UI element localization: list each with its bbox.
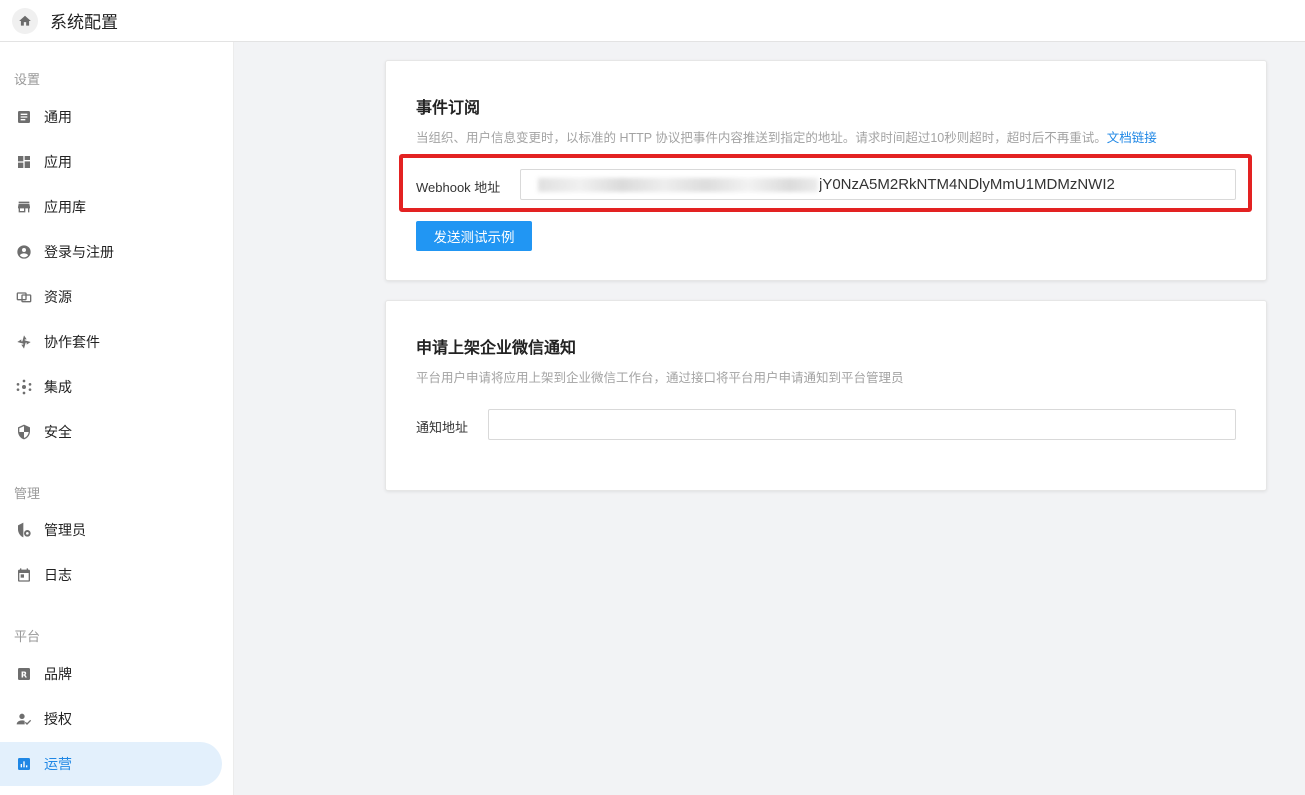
home-button[interactable] [12,7,38,34]
admin-shield-icon [16,522,32,538]
apps-grid-icon [16,154,32,170]
home-icon [19,15,31,26]
sidebar-item-label: 登录与注册 [44,244,114,260]
highlight-box [399,154,1252,212]
sidebar-item-label: 集成 [44,379,72,395]
page-title: 系统配置 [50,13,118,32]
sidebar-item-label: 通用 [44,109,72,125]
sidebar-item-label: 授权 [44,711,72,727]
card-title: 事件订阅 [416,100,481,117]
notify-address-input[interactable] [488,409,1236,440]
sidebar-item-integration[interactable]: 集成 [0,365,222,409]
card-description: 平台用户申请将应用上架到企业微信工作台，通过接口将平台用户申请通知到平台管理员 [416,371,904,385]
sidebar-item-label: 日志 [44,567,72,583]
sidebar-item-label: 管理员 [44,522,86,538]
sidebar-item-resources[interactable]: 资源 [0,275,222,319]
sidebar: 设置 通用 应用 应用库 登录与注册 资源 协作套件 集成 安全 管理 管理员 … [0,42,234,795]
sidebar-item-security[interactable]: 安全 [0,410,222,454]
sidebar-item-label: 资源 [44,289,72,305]
sidebar-item-apps[interactable]: 应用 [0,140,222,184]
sidebar-item-collaboration[interactable]: 协作套件 [0,320,222,364]
sidebar-item-label: 应用库 [44,199,86,215]
sidebar-item-label: 应用 [44,154,72,170]
shield-icon [16,424,32,440]
sidebar-item-operations[interactable]: 运营 [0,742,222,786]
card-title: 申请上架企业微信通知 [416,340,577,357]
bar-chart-icon [16,756,32,772]
description-text: 当组织、用户信息变更时，以标准的 HTTP 协议把事件内容推送到指定的地址。请求… [416,131,1107,145]
card-description: 当组织、用户信息变更时，以标准的 HTTP 协议把事件内容推送到指定的地址。请求… [416,127,1157,146]
sidebar-item-app-store[interactable]: 应用库 [0,185,222,229]
integration-icon [16,379,32,395]
doc-link[interactable]: 文档链接 [1107,131,1157,145]
sidebar-item-authorization[interactable]: 授权 [0,697,222,741]
user-check-icon [16,711,32,727]
sidebar-item-logs[interactable]: 日志 [0,553,222,597]
brand-r-icon: R [16,666,32,682]
sidebar-section-settings: 设置 [14,72,41,87]
user-circle-icon [16,244,32,260]
sidebar-section-platform: 平台 [14,629,41,644]
store-icon [16,199,32,215]
top-bar: 系统配置 [0,0,1305,42]
sidebar-item-brand[interactable]: R 品牌 [0,652,222,696]
collaboration-icon [16,334,32,350]
calendar-icon [16,567,32,583]
sidebar-item-label: 协作套件 [44,334,100,350]
sidebar-section-manage: 管理 [14,486,41,501]
sidebar-item-admins[interactable]: 管理员 [0,508,222,552]
notify-address-label: 通知地址 [416,420,469,435]
send-test-button[interactable]: 发送测试示例 [416,221,532,251]
wecom-notification-card: 申请上架企业微信通知 平台用户申请将应用上架到企业微信工作台，通过接口将平台用户… [385,300,1267,491]
sidebar-item-label: 安全 [44,424,72,440]
sidebar-item-login-register[interactable]: 登录与注册 [0,230,222,274]
sidebar-item-label: 品牌 [44,666,72,682]
resource-icon [16,289,32,305]
document-icon [16,109,32,125]
sidebar-item-label: 运营 [44,756,72,772]
sidebar-item-general[interactable]: 通用 [0,95,222,139]
svg-text:R: R [21,670,27,679]
